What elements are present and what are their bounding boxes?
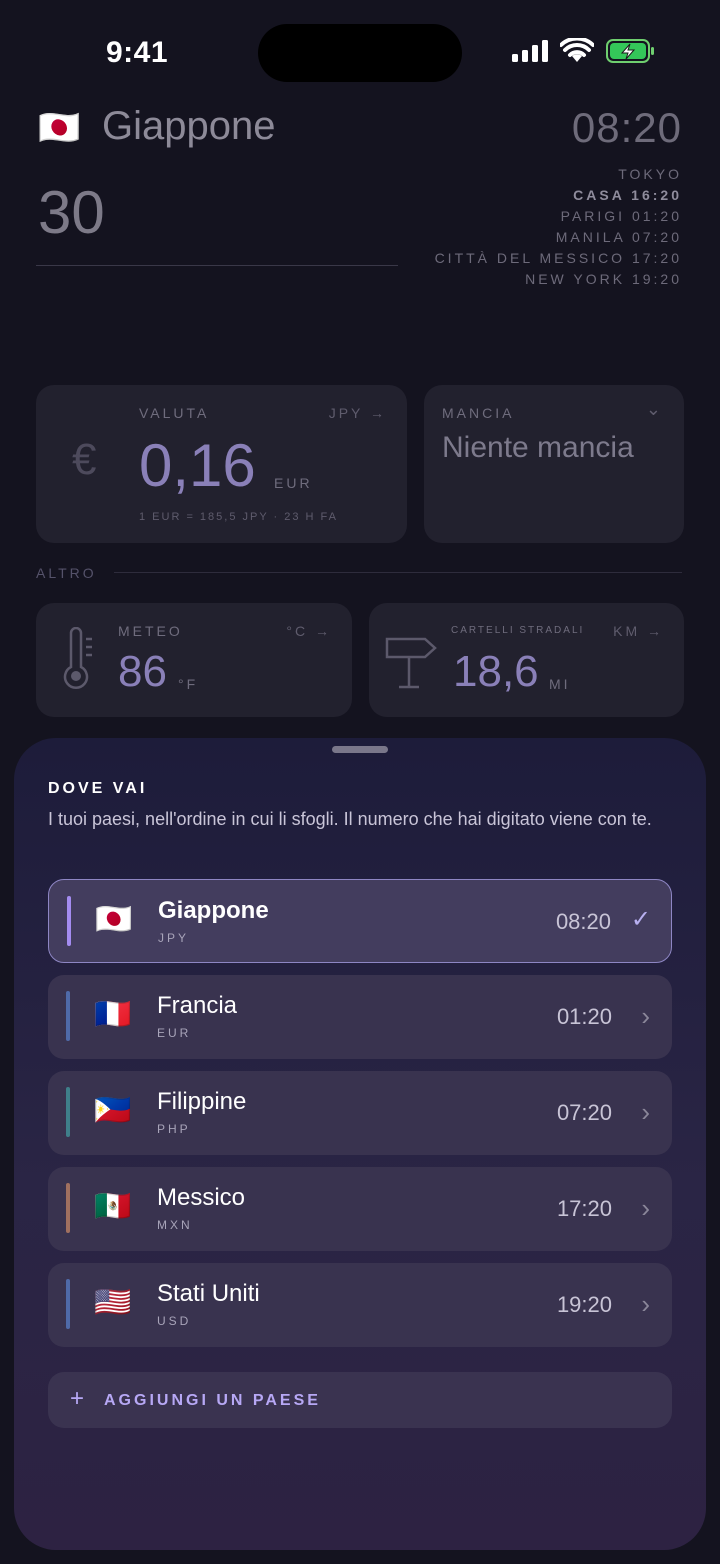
currency-code: USD [157,1314,192,1328]
amount-underline [36,265,398,266]
currency-unit: EUR [274,475,313,491]
timezone-item: MANILA 07:20 [555,229,682,245]
status-icons [512,36,656,69]
sheet-description: I tuoi paesi, nell'ordine in cui li sfog… [48,809,652,829]
weather-card-label: METEO [118,623,183,639]
timezone-item: PARIGI 01:20 [560,208,682,224]
currency-switch[interactable]: JPY → [329,405,387,421]
flag-icon: 🇺🇸 [94,1286,132,1319]
currency-code: MXN [157,1218,193,1232]
tip-value: Niente mancia [442,431,634,464]
currency-value: 0,16 [139,432,256,499]
sheet-grabber[interactable] [332,746,388,753]
checkmark-icon: ✓ [630,906,651,933]
country-name: Messico [157,1184,246,1211]
chevron-right-icon: › [641,1001,650,1031]
flag-icon: 🇲🇽 [94,1190,132,1223]
status-time: 9:41 [106,36,169,69]
flag-icon: 🇯🇵 [95,903,133,936]
japan-flag-icon: 🇯🇵 [38,109,81,147]
country-time: 07:20 [556,1100,612,1125]
country-row[interactable]: 🇺🇸 Stati Uniti USD 19:20 › [48,1263,672,1347]
row-accent-bar [66,1087,70,1137]
road-signs-card[interactable]: CARTELLI STRADALI KM → 18,6 MI [369,603,684,717]
signpost-icon [383,633,439,696]
country-time: 19:20 [556,1292,612,1317]
road-signs-card-label: CARTELLI STRADALI [451,625,585,636]
country-name: Filippine [157,1088,247,1115]
country-name: Francia [157,992,238,1019]
temperature-unit: °F [178,676,199,692]
chevron-right-icon: › [641,1097,650,1127]
tip-card[interactable]: MANCIA ⌄ Niente mancia [424,385,684,543]
currency-code: EUR [157,1026,192,1040]
wifi-icon [559,36,595,69]
add-country-button[interactable]: + AGGIUNGI UN PAESE [48,1372,672,1428]
currency-card[interactable]: VALUTA JPY → € 0,16 EUR 1 EUR = 185,5 JP… [36,385,407,543]
section-label: ALTRO [36,565,97,581]
chevron-down-icon[interactable]: ⌄ [646,399,664,420]
country-time: 01:20 [556,1004,612,1029]
country-row[interactable]: 🇲🇽 Messico MXN 17:20 › [48,1167,672,1251]
flag-icon: 🇫🇷 [94,998,132,1031]
country-title[interactable]: Giappone [102,104,275,149]
chevron-right-icon: › [641,1193,650,1223]
country-row[interactable]: 🇵🇭 Filippine PHP 07:20 › [48,1071,672,1155]
row-accent-bar [66,991,70,1041]
plus-icon: + [70,1385,85,1412]
country-row[interactable]: 🇯🇵 Giappone JPY 08:20 ✓ [48,879,672,963]
row-accent-bar [66,1183,70,1233]
currency-code: PHP [157,1122,191,1136]
country-time: 08:20 [555,909,611,934]
status-bar: 9:41 [0,0,720,100]
euro-icon: € [72,435,97,484]
distance-unit-switch[interactable]: KM → [613,623,664,639]
exchange-rate: 1 EUR = 185,5 JPY · 23 H FA [139,511,339,523]
local-clock: 08:20 [571,104,682,151]
row-accent-bar [66,1279,70,1329]
battery-charging-icon [606,38,656,69]
cellular-signal-icon [512,39,548,68]
distance-value: 18,6 [453,647,539,696]
currency-card-label: VALUTA [139,405,210,421]
amount-display[interactable]: 30 [38,178,105,247]
sheet-title: DOVE VAI [48,780,148,797]
weather-card[interactable]: METEO °C → 86 °F [36,603,352,717]
tip-card-label: MANCIA [442,405,515,421]
timezone-item: CITTÀ DEL MESSICO 17:20 [434,250,682,266]
temperature-value: 86 [118,647,167,696]
temperature-unit-switch[interactable]: °C → [286,623,332,639]
country-name: Stati Uniti [157,1280,260,1307]
country-row[interactable]: 🇫🇷 Francia EUR 01:20 › [48,975,672,1059]
timezone-item: NEW YORK 19:20 [525,271,682,287]
timezone-home: CASA 16:20 [573,187,682,203]
flag-icon: 🇵🇭 [94,1094,132,1127]
timezone-location: TOKYO [618,166,682,182]
country-name: Giappone [158,897,269,924]
currency-code: JPY [158,931,190,945]
chevron-right-icon: › [641,1289,650,1319]
timezone-list: TOKYO CASA 16:20 PARIGI 01:20 MANILA 07:… [435,164,682,290]
distance-unit: MI [549,676,571,692]
section-divider [114,572,682,573]
add-country-label: AGGIUNGI UN PAESE [104,1392,321,1409]
country-time: 17:20 [556,1196,612,1221]
dynamic-island [258,24,462,82]
row-accent-bar [67,896,71,946]
thermometer-icon [62,626,96,698]
